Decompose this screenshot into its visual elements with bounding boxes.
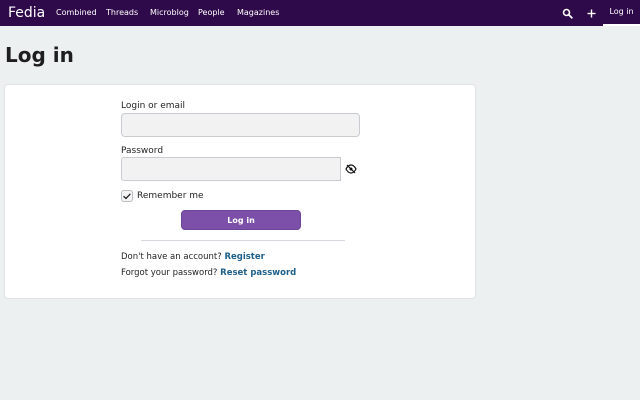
nav-combined-link[interactable]: Combined — [56, 8, 97, 18]
password-label: Password — [121, 146, 164, 156]
register-prompt: Don't have an account? Register — [121, 252, 265, 263]
search-button[interactable] — [559, 5, 575, 21]
eye-slash-icon — [345, 164, 357, 174]
reset-password-prompt: Forgot your password? Reset password — [121, 268, 296, 279]
login-submit-button[interactable]: Log in — [181, 210, 301, 230]
search-icon — [562, 8, 573, 19]
top-navigation-bar: Fedia Combined Threads Microblog People … — [0, 0, 640, 26]
form-divider — [141, 240, 345, 241]
site-logo-link[interactable]: Fedia — [8, 4, 45, 22]
nav-threads-link[interactable]: Threads — [106, 8, 138, 18]
remember-me-checkbox[interactable] — [121, 190, 133, 202]
reset-password-link[interactable]: Reset password — [220, 268, 296, 278]
login-card: Login or email Password Remember me Log … — [4, 84, 476, 299]
remember-me-control[interactable]: Remember me — [121, 189, 204, 203]
plus-icon — [587, 9, 595, 17]
password-input[interactable] — [121, 157, 341, 181]
nav-people-link[interactable]: People — [198, 8, 225, 18]
forgot-password-text: Forgot your password? — [121, 268, 218, 278]
add-button[interactable] — [583, 5, 599, 21]
toggle-password-visibility-button[interactable] — [341, 157, 361, 181]
login-email-label: Login or email — [121, 101, 186, 111]
nav-login-label: Log in — [609, 7, 634, 16]
nav-login-link[interactable]: Log in — [603, 0, 640, 26]
nav-microblog-link[interactable]: Microblog — [150, 8, 189, 18]
nav-magazines-link[interactable]: Magazines — [237, 8, 279, 18]
remember-me-label: Remember me — [137, 190, 204, 201]
login-email-input[interactable] — [121, 113, 360, 137]
register-link[interactable]: Register — [224, 252, 264, 262]
checkmark-icon — [123, 193, 131, 199]
no-account-text: Don't have an account? — [121, 252, 222, 262]
page-title: Log in — [5, 43, 74, 67]
